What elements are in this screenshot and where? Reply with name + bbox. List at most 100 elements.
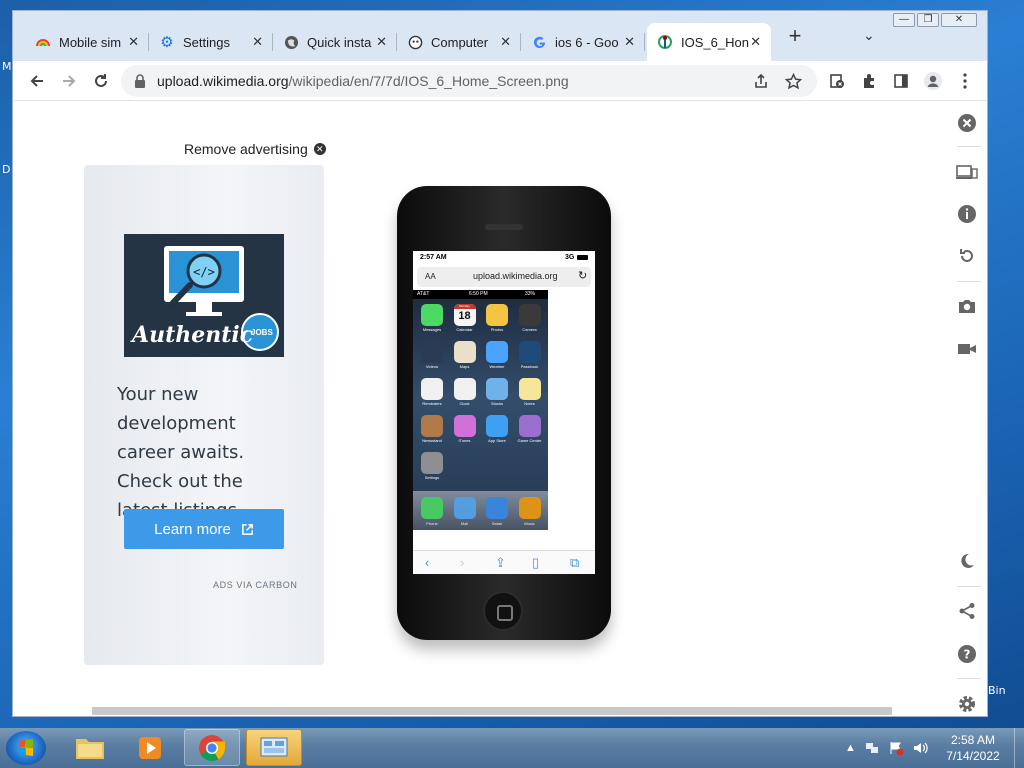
tab-title: Settings — [183, 34, 230, 50]
safari-back-icon: ‹ — [425, 555, 430, 570]
start-button[interactable] — [6, 731, 46, 765]
ad-image[interactable]: </> Authentic JOBS — [124, 234, 284, 357]
info-icon[interactable] — [955, 202, 979, 226]
svg-text:?: ? — [964, 648, 971, 662]
safari-tabs-icon: ⧉ — [570, 555, 580, 570]
clock-date: 7/14/2022 — [946, 749, 1000, 763]
ios-app-reminders-icon — [421, 378, 443, 400]
back-arrow-icon[interactable] — [25, 69, 49, 93]
ios-app-label: Game Center — [517, 438, 542, 443]
remove-advertising-label: Remove advertising — [184, 141, 308, 157]
tab-settings[interactable]: ⚙ Settings ✕ — [149, 23, 273, 61]
globe-icon — [283, 34, 299, 50]
ad-body-text[interactable]: Your new development career awaits. Chec… — [117, 380, 297, 525]
control-panel-icon — [260, 737, 288, 756]
ios-app-label: Maps — [459, 364, 470, 369]
minimize-button[interactable]: — — [893, 13, 915, 27]
app-icon — [407, 34, 423, 50]
new-tab-button[interactable]: + — [783, 25, 807, 49]
video-camera-icon[interactable] — [955, 337, 979, 361]
horizontal-scrollbar[interactable] — [92, 707, 892, 715]
dark-mode-moon-icon[interactable] — [955, 549, 979, 573]
phone-status-network: 3G — [565, 254, 575, 261]
share-icon[interactable] — [749, 69, 773, 93]
ios-app-label: Reminders — [422, 401, 442, 406]
taskbar-media-player[interactable] — [122, 729, 178, 766]
recycle-bin-label[interactable]: Bin — [988, 684, 1006, 697]
ads-attribution[interactable]: ADS VIA CARBON — [213, 580, 297, 590]
tab-search-chevron-icon[interactable]: ⌄ — [863, 27, 875, 44]
safari-forward-icon: › — [460, 555, 465, 570]
rotate-icon[interactable] — [955, 244, 979, 268]
close-circle-icon: ✕ — [313, 143, 326, 155]
folder-icon — [76, 738, 104, 759]
tab-computer[interactable]: Computer ✕ — [397, 23, 521, 61]
close-tab-icon[interactable]: ✕ — [128, 34, 139, 50]
safari-address-bar: AA upload.wikimedia.org ↻ — [417, 267, 591, 287]
page-content: Remove advertising ✕ </> Authentic JOBS … — [13, 102, 987, 716]
extensions-puzzle-icon[interactable] — [857, 69, 881, 93]
taskbar-chrome[interactable] — [184, 729, 240, 766]
ios-dock-label: Music — [524, 521, 535, 526]
action-center-flag-icon[interactable] — [888, 740, 904, 756]
close-tab-icon[interactable]: ✕ — [624, 34, 635, 50]
ios-dock-label: Safari — [491, 521, 503, 526]
bookmark-star-icon[interactable] — [781, 69, 805, 93]
ios-app-messages-icon — [421, 304, 443, 326]
safari-url: upload.wikimedia.org — [473, 271, 558, 281]
tab-mobile-sim[interactable]: Mobile sim ✕ — [25, 23, 149, 61]
settings-gear-icon[interactable] — [955, 692, 979, 716]
battery-icon — [577, 255, 588, 260]
show-desktop-button[interactable] — [1014, 728, 1024, 768]
reload-icon[interactable] — [89, 69, 113, 93]
iphone-image: 2:57 AM 3G AA upload.wikimedia.org ↻ AT&… — [397, 186, 611, 640]
side-panel-icon[interactable] — [889, 69, 913, 93]
extension-blocker-icon[interactable] — [825, 69, 849, 93]
ios-app-label: Clock — [459, 401, 470, 406]
ios-app-notes-icon — [518, 378, 541, 400]
system-clock[interactable]: 2:58 AM 7/14/2022 — [930, 732, 1016, 764]
ios-app-settings-icon — [421, 452, 443, 474]
ios-app-label: Weather — [489, 364, 505, 369]
browser-toolbar: upload.wikimedia.org/wikipedia/en/7/7d/I… — [13, 61, 987, 101]
profile-avatar-icon[interactable] — [921, 69, 945, 93]
phone-screen: 2:57 AM 3G AA upload.wikimedia.org ↻ AT&… — [413, 251, 595, 574]
taskbar-explorer[interactable] — [62, 729, 118, 766]
tab-quick-install[interactable]: Quick insta ✕ — [273, 23, 397, 61]
forward-arrow-icon[interactable] — [57, 69, 81, 93]
close-tab-icon[interactable]: ✕ — [376, 34, 387, 50]
help-icon[interactable]: ? — [955, 642, 979, 666]
volume-icon[interactable] — [912, 740, 928, 756]
ios-app-label: Photos — [490, 327, 504, 332]
ios-app-label: Stocks — [490, 401, 503, 406]
network-icon[interactable] — [864, 740, 880, 756]
taskbar-control-panel[interactable] — [246, 729, 302, 766]
ios-dock-mail-icon — [453, 497, 476, 519]
tab-ios6-google[interactable]: ios 6 - Goo ✕ — [521, 23, 645, 61]
close-viewer-icon[interactable] — [955, 111, 979, 135]
menu-kebab-icon[interactable] — [953, 69, 977, 93]
close-tab-icon[interactable]: ✕ — [500, 34, 511, 50]
camera-icon[interactable] — [955, 294, 979, 318]
url-text[interactable]: upload.wikimedia.org/wikipedia/en/7/7d/I… — [157, 73, 569, 89]
remove-advertising-link[interactable]: Remove advertising ✕ — [184, 141, 326, 157]
viewer-side-rail: ? — [949, 102, 987, 716]
ios-app-label: Camera — [522, 327, 537, 332]
tray-expand-icon[interactable]: ▲ — [845, 742, 856, 754]
devices-icon[interactable] — [955, 160, 979, 184]
tab-title: IOS_6_Hon — [681, 34, 749, 50]
ios-app-itunes-icon — [453, 415, 476, 437]
close-tab-icon[interactable]: ✕ — [252, 34, 263, 50]
ios-app-videos-icon — [421, 341, 443, 363]
ios-app-label: Settings — [424, 475, 440, 480]
share-nodes-icon[interactable] — [955, 599, 979, 623]
desktop-label-d: D — [2, 163, 11, 176]
close-tab-icon[interactable]: ✕ — [750, 34, 761, 50]
ios-app-app-store-icon — [486, 415, 508, 437]
tab-ios6-home-screen[interactable]: IOS_6_Hon ✕ — [647, 23, 771, 61]
tab-title: ios 6 - Goo — [555, 34, 619, 50]
learn-more-button[interactable]: Learn more — [124, 509, 284, 549]
close-window-button[interactable]: ✕ — [941, 13, 977, 27]
maximize-button[interactable]: ❐ — [917, 13, 939, 27]
address-bar[interactable]: upload.wikimedia.org/wikipedia/en/7/7d/I… — [121, 65, 817, 97]
